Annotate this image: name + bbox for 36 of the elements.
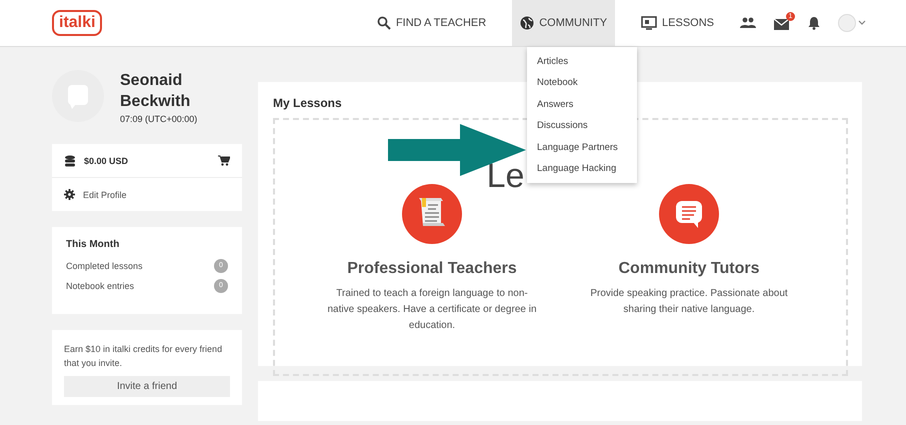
- stat-label: Completed lessons: [66, 261, 143, 271]
- menu-item[interactable]: Notebook: [527, 72, 637, 94]
- section-title: This Month: [66, 239, 120, 250]
- edit-profile-link[interactable]: Edit Profile: [52, 178, 242, 211]
- nav-link[interactable]: COMMUNITY: [512, 0, 616, 46]
- local-time: 07:09 (UTC+00:00): [120, 114, 198, 124]
- screen-icon: [641, 16, 658, 30]
- scroll-icon: [402, 184, 462, 244]
- heading-text: Le: [486, 158, 524, 194]
- column-title: Professional Teachers: [347, 260, 517, 278]
- invite-text: Earn $10 in italki credits for every friend that you invite.: [64, 343, 224, 370]
- menu-item[interactable]: Language Partners: [527, 136, 637, 158]
- search-icon: [376, 16, 391, 30]
- gear-icon: [64, 189, 75, 200]
- invite-button[interactable]: Invite a friend: [64, 376, 230, 397]
- stat-label: Notebook entries: [66, 281, 134, 291]
- italki-logo[interactable]: italki: [52, 10, 102, 36]
- column-title: Community Tutors: [618, 260, 760, 278]
- coins-icon: [64, 154, 76, 166]
- column-description: Trained to teach a foreign language to non-native speakers. Have a certificate or degree in education.: [327, 287, 537, 333]
- nav-link[interactable]: FIND A TEACHER: [368, 0, 494, 46]
- menu-item[interactable]: Answers: [527, 94, 637, 116]
- user-name: Seonaid Beckwith: [120, 71, 192, 112]
- mail-icon[interactable]: [774, 16, 790, 30]
- balance-text: $0.00 USD: [84, 156, 130, 166]
- menu-item[interactable]: Language Hacking: [527, 158, 637, 180]
- nav-link[interactable]: LESSONS: [633, 0, 722, 46]
- menu-item[interactable]: Discussions: [527, 115, 637, 137]
- people-icon[interactable]: [740, 17, 756, 29]
- bell-icon[interactable]: [808, 16, 820, 30]
- menu-item[interactable]: Articles: [527, 51, 637, 72]
- chat-bubble-icon: [659, 184, 719, 244]
- cart-icon[interactable]: [218, 155, 230, 166]
- globe-icon: [520, 16, 534, 30]
- column-description: Provide speaking practice. Passionate about sharing their native language.: [589, 287, 789, 317]
- section-title: My Lessons: [273, 96, 342, 110]
